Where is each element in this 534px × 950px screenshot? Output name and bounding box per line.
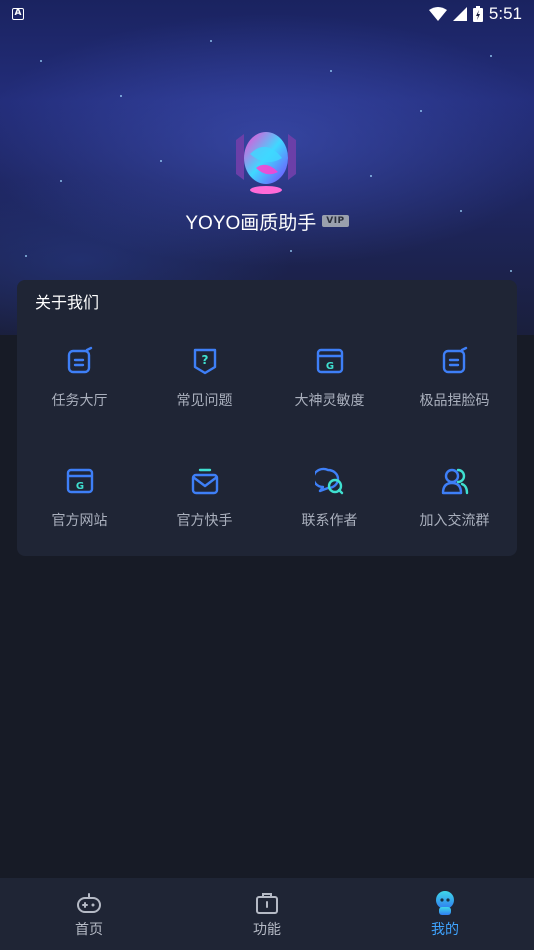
grid-item-official-site[interactable]: G 官方网站 — [17, 450, 142, 570]
grid-item-label: 联系作者 — [301, 513, 358, 529]
grid-item-face-code[interactable]: 极品捏脸码 — [392, 330, 517, 450]
about-us-card: 关于我们 任务大厅 ? 常见问题 G 大神灵敏度 极品捏脸码 G 官方网站 官方… — [17, 280, 517, 556]
grid-item-task-hall[interactable]: 任务大厅 — [17, 330, 142, 450]
grid-item-kuaishou[interactable]: 官方快手 — [142, 450, 267, 570]
battery-icon — [472, 6, 483, 22]
group-icon — [441, 468, 468, 495]
robot-icon — [436, 890, 454, 915]
grid-item-join-group[interactable]: 加入交流群 — [392, 450, 517, 570]
grid-item-label: 大神灵敏度 — [294, 393, 365, 409]
notification-badge: A — [12, 8, 24, 20]
grid-item-label: 官方网站 — [51, 513, 108, 529]
grid-item-label: 常见问题 — [176, 393, 233, 409]
nav-functions[interactable]: 功能 — [178, 878, 356, 950]
signal-icon — [452, 7, 467, 21]
gamepad-icon — [77, 892, 101, 913]
grid-item-sensitivity[interactable]: G 大神灵敏度 — [267, 330, 392, 450]
nav-label: 我的 — [431, 921, 459, 938]
nav-mine[interactable]: 我的 — [356, 878, 534, 950]
inbox-icon — [191, 468, 218, 495]
nav-label: 功能 — [253, 921, 281, 938]
grid-item-contact-author[interactable]: 联系作者 — [267, 450, 392, 570]
grid-item-label: 官方快手 — [176, 513, 233, 529]
app-logo-icon — [236, 132, 296, 194]
edit-icon — [442, 346, 467, 374]
question-icon: ? — [193, 348, 216, 375]
app-title: YOYO画质助手 — [185, 212, 317, 234]
edit-icon — [67, 346, 92, 374]
grid-item-label: 加入交流群 — [419, 513, 490, 529]
browser-g-icon: G — [66, 468, 93, 494]
wifi-icon — [428, 7, 447, 21]
about-us-grid: 任务大厅 ? 常见问题 G 大神灵敏度 极品捏脸码 G 官方网站 官方快手 联系… — [17, 330, 517, 570]
grid-item-label: 任务大厅 — [51, 393, 108, 409]
bottom-nav: 首页 功能 我的 — [0, 878, 534, 950]
svg-text:G: G — [325, 361, 333, 372]
svg-text:?: ? — [201, 353, 208, 367]
vip-badge: VIP — [322, 215, 349, 227]
grid-item-faq[interactable]: ? 常见问题 — [142, 330, 267, 450]
card-title: 关于我们 — [35, 293, 100, 312]
status-bar: A 5:51 — [0, 0, 534, 28]
grid-item-label: 极品捏脸码 — [419, 393, 490, 409]
svg-text:G: G — [75, 481, 83, 492]
nav-label: 首页 — [75, 921, 103, 938]
chat-icon — [314, 467, 343, 495]
nav-home[interactable]: 首页 — [0, 878, 178, 950]
app-title-row: YOYO画质助手 VIP — [0, 206, 534, 236]
browser-g-icon: G — [316, 348, 343, 374]
clock: 5:51 — [488, 4, 522, 23]
toolbox-icon — [256, 892, 278, 914]
